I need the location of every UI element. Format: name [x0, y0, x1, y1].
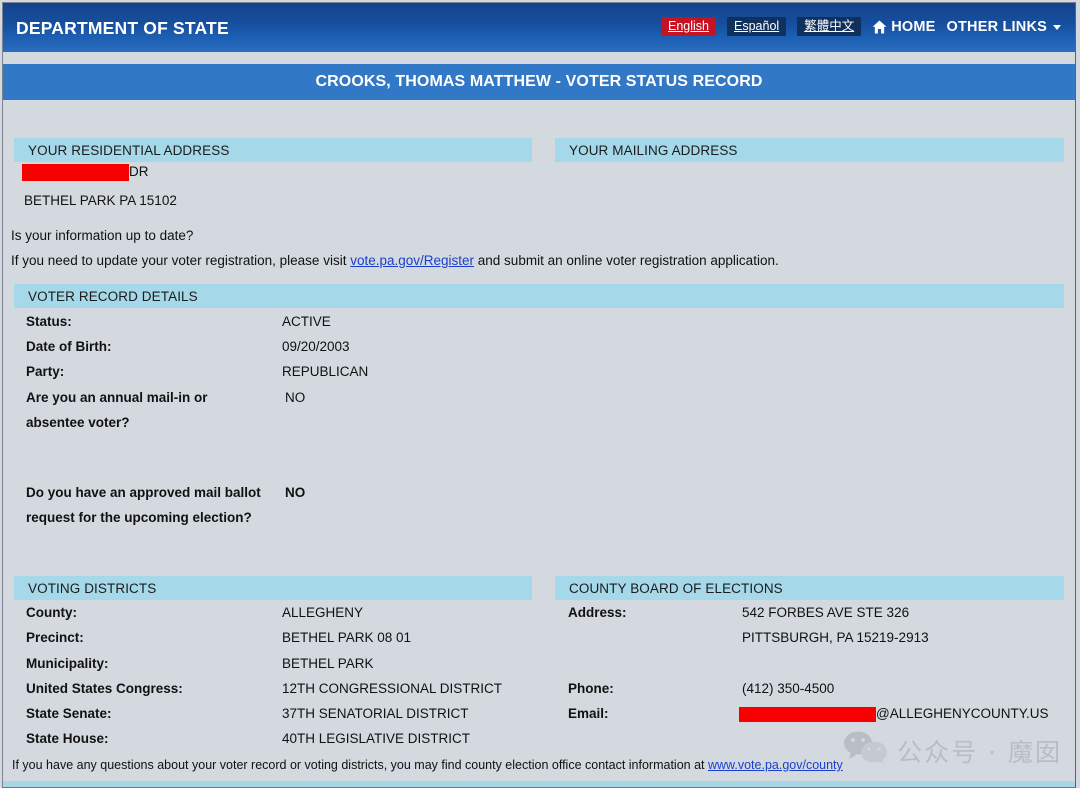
bottom-rule	[2, 781, 1076, 788]
header-gap-strip	[2, 52, 1076, 64]
section-header-voting-districts-label: VOTING DISTRICTS	[28, 580, 157, 596]
field-label-state-senate: State Senate:	[26, 706, 112, 721]
field-label-board-email: Email:	[568, 706, 609, 721]
other-links-label: OTHER LINKS	[946, 18, 1047, 35]
record-title: CROOKS, THOMAS MATTHEW - VOTER STATUS RE…	[315, 73, 763, 90]
redaction-box-street	[22, 164, 129, 181]
update-question: Is your information up to date?	[11, 228, 194, 243]
field-label-precinct: Precinct:	[26, 630, 84, 645]
board-email-domain: @ALLEGHENYCOUNTY.US	[876, 706, 1049, 721]
section-header-county-board-label: COUNTY BOARD OF ELECTIONS	[569, 580, 783, 596]
section-header-voter-record-details: VOTER RECORD DETAILS	[14, 284, 1064, 308]
wechat-icon	[843, 731, 889, 770]
field-value-us-congress: 12TH CONGRESSIONAL DISTRICT	[282, 681, 503, 696]
field-value-board-phone: (412) 350-4500	[742, 681, 835, 696]
header-nav: English Español 繁體中文 HOME OTHER LINKS	[661, 17, 1061, 37]
section-header-mailing-address-label: YOUR MAILING ADDRESS	[569, 142, 738, 158]
update-instruction-prefix: If you need to update your voter registr…	[11, 253, 351, 268]
field-value-date-of-birth: 09/20/2003	[282, 339, 350, 354]
field-label-state-house: State House:	[26, 731, 109, 746]
field-label-status: Status:	[26, 314, 72, 329]
bottom-white-strip	[0, 788, 1080, 793]
update-instruction: If you need to update your voter registr…	[11, 253, 779, 268]
section-header-residential-address-label: YOUR RESIDENTIAL ADDRESS	[28, 142, 230, 158]
field-value-board-email: @ALLEGHENYCOUNTY.US	[739, 706, 1049, 722]
residential-address-line1-suffix: DR	[129, 164, 149, 180]
field-value-state-house: 40TH LEGISLATIVE DISTRICT	[282, 731, 471, 746]
lang-button-espanol[interactable]: Español	[727, 17, 787, 37]
register-link[interactable]: vote.pa.gov/Register	[350, 253, 474, 268]
field-value-annual-mailin: NO	[285, 390, 306, 405]
site-header: DEPARTMENT OF STATE English Español 繁體中文…	[2, 2, 1076, 52]
field-label-party: Party:	[26, 364, 65, 379]
content-area: YOUR RESIDENTIAL ADDRESS YOUR MAILING AD…	[2, 100, 1076, 781]
update-instruction-suffix: and submit an online voter registration …	[474, 253, 779, 268]
section-header-voter-record-details-label: VOTER RECORD DETAILS	[28, 288, 198, 304]
field-value-status: ACTIVE	[282, 314, 331, 329]
field-value-party: REPUBLICAN	[282, 364, 369, 379]
section-header-residential-address: YOUR RESIDENTIAL ADDRESS	[14, 138, 532, 162]
field-label-mail-ballot-line2: request for the upcoming election?	[26, 510, 252, 525]
field-label-board-phone: Phone:	[568, 681, 614, 696]
field-value-county: ALLEGHENY	[282, 605, 364, 620]
record-title-bar: CROOKS, THOMAS MATTHEW - VOTER STATUS RE…	[2, 64, 1076, 100]
field-label-county: County:	[26, 605, 77, 620]
field-label-mail-ballot-line1: Do you have an approved mail ballot	[26, 485, 261, 500]
chevron-down-icon	[1053, 24, 1061, 30]
section-header-county-board: COUNTY BOARD OF ELECTIONS	[555, 576, 1064, 600]
field-label-annual-mailin-line2: absentee voter?	[26, 415, 130, 430]
county-contact-link[interactable]: www.vote.pa.gov/county	[708, 758, 843, 772]
field-value-board-address-line2: PITTSBURGH, PA 15219-2913	[742, 630, 929, 645]
field-value-mail-ballot: NO	[285, 485, 306, 500]
field-label-date-of-birth: Date of Birth:	[26, 339, 112, 354]
wechat-watermark-badge: 公众号 · 魔囡	[843, 731, 1062, 770]
field-label-us-congress: United States Congress:	[26, 681, 183, 696]
lang-button-english[interactable]: English	[661, 17, 716, 37]
redaction-box-email	[739, 706, 876, 722]
section-header-mailing-address: YOUR MAILING ADDRESS	[555, 138, 1064, 162]
home-link-label: HOME	[891, 18, 936, 35]
field-value-board-address-line1: 542 FORBES AVE STE 326	[742, 605, 910, 620]
footer-note: If you have any questions about your vot…	[12, 758, 843, 772]
section-header-voting-districts: VOTING DISTRICTS	[14, 576, 532, 600]
field-label-municipality: Municipality:	[26, 656, 109, 671]
page-title: DEPARTMENT OF STATE	[16, 18, 229, 38]
footer-note-prefix: If you have any questions about your vot…	[12, 758, 708, 772]
field-label-board-address: Address:	[568, 605, 627, 620]
residential-address-line1: DR	[22, 164, 149, 181]
voter-status-page: 公众号：魔都囡公众号：魔都囡公众号：魔都囡公众号：魔都囡公众号：魔都囡公众号：魔…	[0, 0, 1080, 793]
wechat-badge-label: 公众号 · 魔囡	[897, 737, 1062, 767]
field-value-precinct: BETHEL PARK 08 01	[282, 630, 412, 645]
field-value-municipality: BETHEL PARK	[282, 656, 374, 671]
residential-address-line2: BETHEL PARK PA 15102	[24, 193, 177, 208]
other-links-menu[interactable]: OTHER LINKS	[947, 19, 1061, 35]
field-value-state-senate: 37TH SENATORIAL DISTRICT	[282, 706, 469, 721]
home-link[interactable]: HOME	[872, 19, 935, 35]
field-label-annual-mailin-line1: Are you an annual mail-in or	[26, 390, 208, 405]
home-icon	[872, 20, 887, 34]
lang-button-chinese[interactable]: 繁體中文	[797, 17, 862, 37]
